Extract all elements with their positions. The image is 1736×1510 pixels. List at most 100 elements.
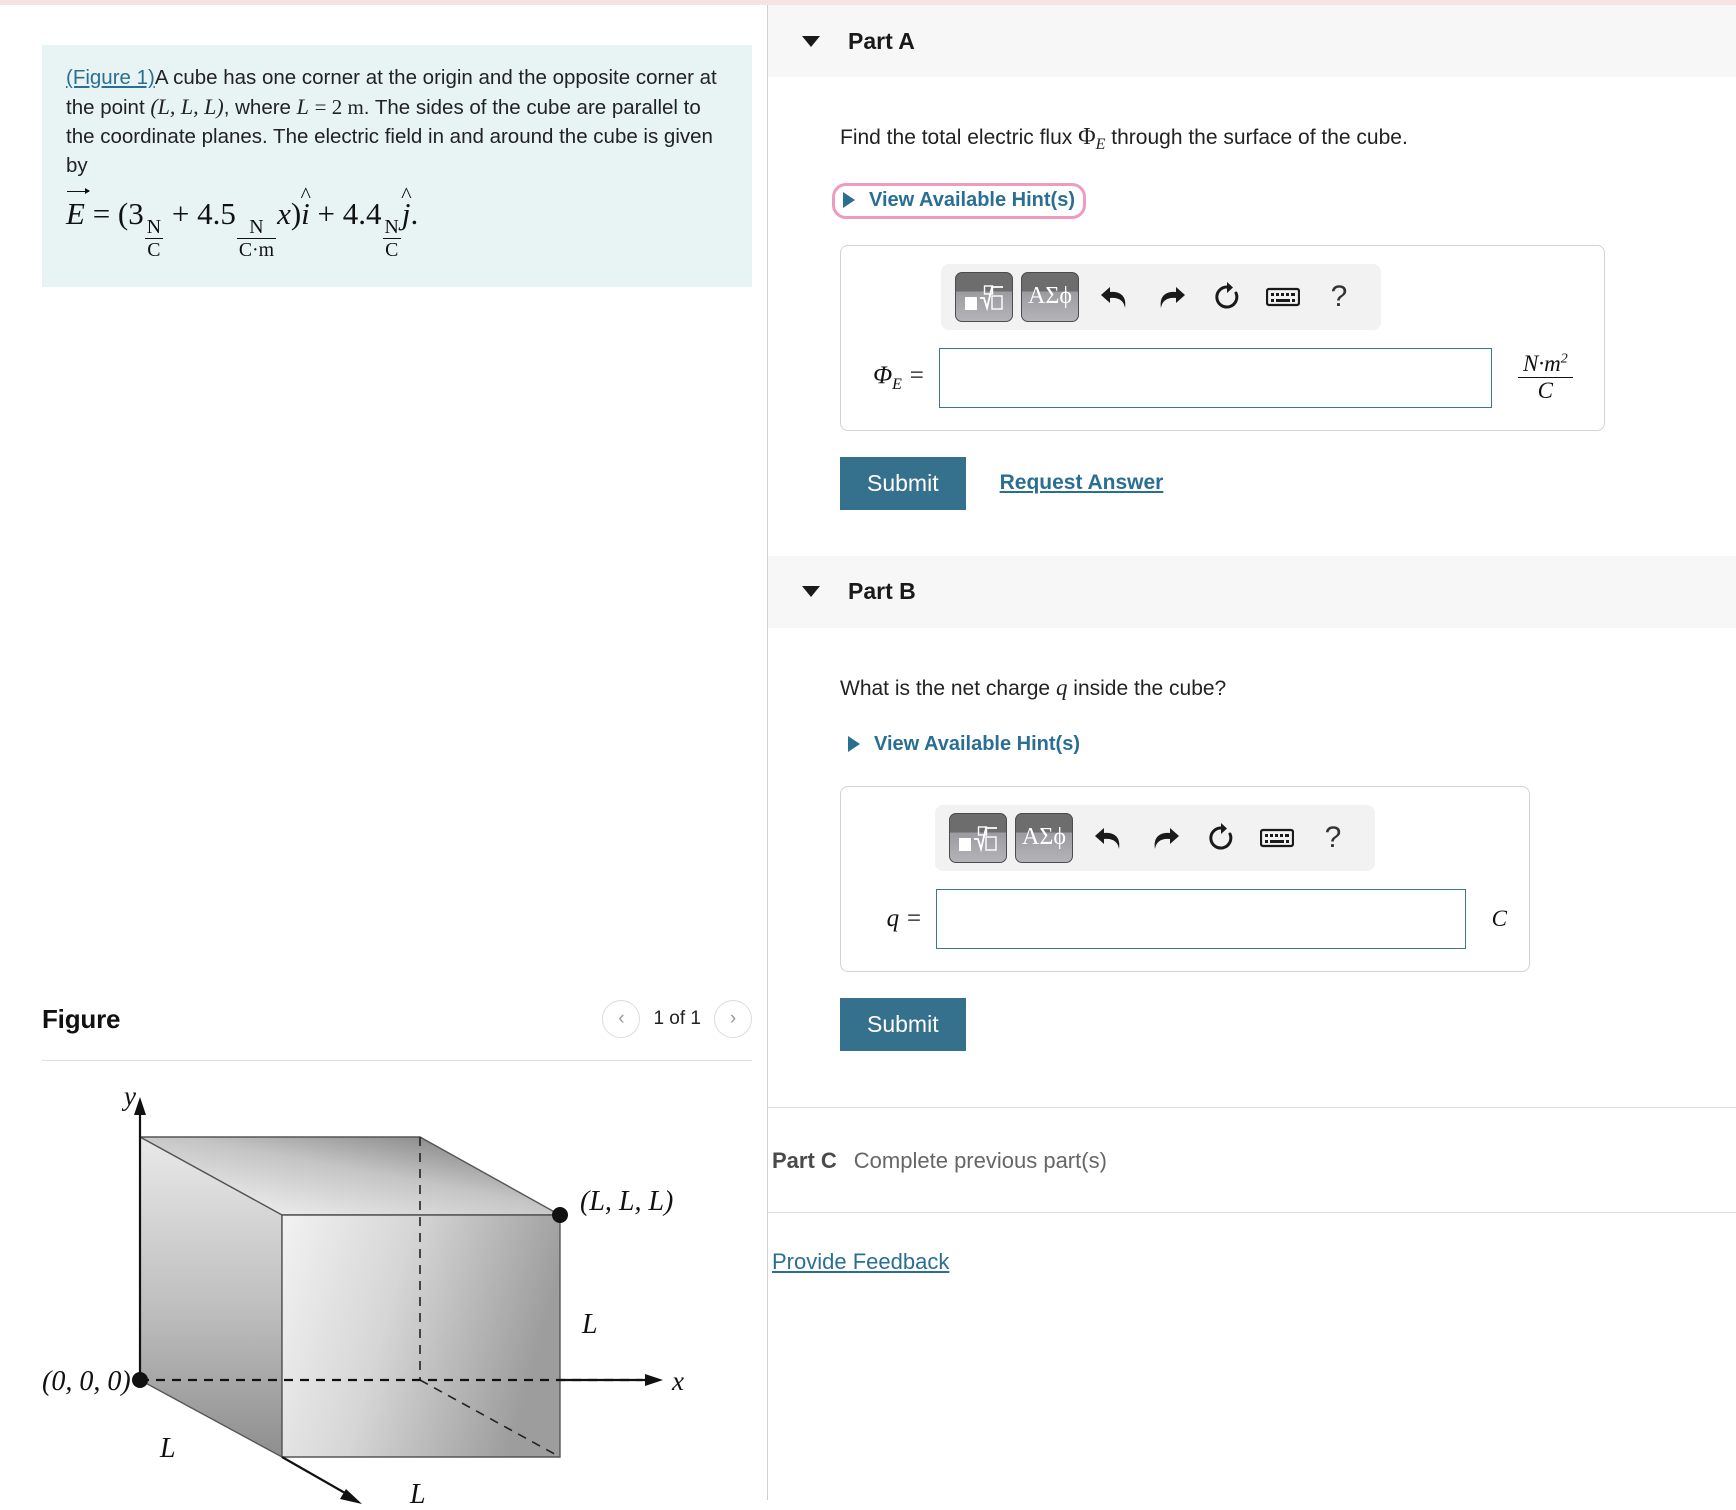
part-b-body: What is the net charge q inside the cube… [768, 672, 1736, 1051]
part-c-status: Complete previous part(s) [853, 1147, 1107, 1173]
part-b-submit-button[interactable]: Submit [840, 997, 966, 1051]
problem-var-L: L [296, 94, 309, 119]
triangle-right-icon [848, 736, 860, 753]
math-template-icon[interactable] [949, 812, 1007, 863]
math-template-icon[interactable] [955, 271, 1013, 322]
part-a-submit-button[interactable]: Submit [840, 456, 966, 510]
eq-plus-1: + [171, 196, 190, 231]
part-b-equation-toolbar: ΑΣϕ ? [935, 804, 1375, 871]
part-b-title: Part B [848, 578, 916, 605]
problem-line-2b: , where [223, 96, 291, 119]
eq-equals: = [92, 196, 111, 231]
figure-divider [42, 1060, 752, 1061]
figure-pager: ‹ 1 of 1 › [602, 1000, 752, 1038]
triangle-right-icon [843, 192, 855, 209]
eq-coeff-1: 3 [128, 196, 144, 231]
figure-1-link[interactable]: (Figure 1) [66, 66, 155, 89]
problem-line-1: A cube has one corner at the origin and … [154, 66, 631, 89]
part-b-hint-row: View Available Hint(s) [840, 730, 1736, 760]
figure-header: Figure ‹ 1 of 1 › [42, 1000, 752, 1038]
part-c-label: Part C [772, 1147, 837, 1173]
right-pane: Part A Find the total electric flux ΦE t… [768, 5, 1736, 1500]
keyboard-icon[interactable] [1249, 814, 1305, 862]
axis-label-y: y [121, 1085, 136, 1111]
electric-field-equation: E = (3 N C + 4.5 N C·m x) ^ i + 4.4 N C ^ j. [66, 182, 728, 262]
eq-unit-3: NC [382, 215, 401, 262]
part-c-section: Part C Complete previous part(s) [768, 1106, 1736, 1174]
part-a-hint-link[interactable]: View Available Hint(s) [832, 182, 1086, 219]
chevron-right-icon[interactable]: › [714, 1000, 752, 1038]
eq-coeff-2: 4.5 [197, 196, 236, 231]
chevron-left-icon[interactable]: ‹ [602, 1000, 641, 1038]
eq-i-hat: ^ i [300, 182, 311, 231]
part-a-button-row: Submit Request Answer [840, 456, 1736, 510]
eq-period: . [410, 196, 419, 231]
eq-j-hat: ^ j [401, 182, 412, 231]
part-b-answer-input[interactable] [936, 888, 1466, 949]
part-a-question: Find the total electric flux ΦE through … [840, 121, 1736, 157]
axis-label-x: x [671, 1366, 684, 1396]
provide-feedback-link[interactable]: Provide Feedback [772, 1249, 949, 1274]
part-b-variable-label: q = [886, 904, 923, 932]
figure-title: Figure [42, 1003, 121, 1034]
part-b-button-row: Submit [840, 997, 1736, 1051]
part-a-header[interactable]: Part A [768, 5, 1736, 77]
reset-circular-arrow-icon[interactable] [1199, 273, 1255, 321]
origin-vertex-dot [132, 1372, 148, 1388]
help-question-icon[interactable]: ? [1311, 273, 1367, 321]
part-b-question-pre: What is the net charge [840, 676, 1056, 700]
part-a-question-pre: Find the total electric flux [840, 126, 1079, 149]
problem-statement-box: (Figure 1)A cube has one corner at the o… [42, 45, 752, 288]
undo-arrow-icon[interactable] [1081, 814, 1137, 862]
part-a-body: Find the total electric flux ΦE through … [768, 121, 1736, 510]
eq-unit-1: NC [144, 215, 164, 262]
undo-arrow-icon[interactable] [1087, 273, 1143, 321]
part-a-hint-row: View Available Hint(s) [832, 182, 1736, 219]
part-a-variable-label: ΦE = [873, 361, 925, 393]
edge-label-depth: L [159, 1433, 176, 1464]
part-a-answer-row: ΦE = N·m2 C [863, 347, 1582, 408]
caret-down-icon[interactable] [802, 35, 820, 47]
help-question-icon[interactable]: ? [1305, 814, 1361, 862]
part-b-unit-label: C [1491, 905, 1507, 931]
part-c-row: Part C Complete previous part(s) [768, 1108, 1736, 1174]
part-a-answer-input[interactable] [939, 347, 1492, 408]
greek-symbols-icon[interactable]: ΑΣϕ [1015, 812, 1073, 863]
part-b-header[interactable]: Part B [768, 555, 1736, 628]
part-b-hint-link[interactable]: View Available Hint(s) [840, 730, 1088, 760]
part-b-answer-card: ΑΣϕ ? q = C [840, 785, 1530, 972]
part-a-request-answer-link[interactable]: Request Answer [1000, 471, 1164, 495]
part-a-equation-toolbar: ΑΣϕ ? [941, 263, 1381, 330]
part-b-question-symbol: q [1055, 674, 1068, 700]
part-a-question-sub: E [1095, 136, 1106, 154]
part-a-hint-label: View Available Hint(s) [869, 188, 1075, 211]
problem-statement-text: (Figure 1)A cube has one corner at the o… [66, 63, 728, 180]
edge-label-right: L [581, 1309, 598, 1340]
problem-point-LLL: (L, L, L) [150, 94, 224, 119]
far-corner-label: (L, L, L) [580, 1186, 673, 1217]
eq-coeff-3: 4.4 [342, 196, 382, 231]
footer-divider [768, 1211, 1736, 1213]
footer-section: Provide Feedback [768, 1211, 1736, 1275]
part-a-answer-card: ΑΣϕ ? ΦE = N·m2 C [840, 244, 1605, 431]
redo-arrow-icon[interactable] [1137, 814, 1193, 862]
cube-diagram-svg: y x (L, L, L) (0, 0, 0) L L L [42, 1081, 684, 1510]
eq-plus-2: + [317, 196, 336, 231]
part-a-question-symbol: Φ [1078, 124, 1096, 150]
reset-circular-arrow-icon[interactable] [1193, 814, 1249, 862]
origin-label: (0, 0, 0) [42, 1366, 131, 1397]
eq-x-variable: x [277, 196, 291, 231]
figure-page-count: 1 of 1 [653, 1008, 701, 1029]
part-b-question: What is the net charge q inside the cube… [840, 672, 1736, 704]
cube-diagram: y x (L, L, L) (0, 0, 0) L L L [42, 1081, 752, 1510]
eq-unit-2: N C·m [236, 215, 277, 262]
caret-down-icon[interactable] [802, 586, 820, 598]
part-a-unit-label: N·m2 C [1518, 351, 1573, 404]
keyboard-icon[interactable] [1255, 273, 1311, 321]
redo-arrow-icon[interactable] [1143, 273, 1199, 321]
eq-open-paren: ( [117, 196, 129, 231]
greek-symbols-icon[interactable]: ΑΣϕ [1021, 271, 1079, 322]
eq-E-vector: E [66, 188, 90, 231]
part-b-hint-label: View Available Hint(s) [874, 732, 1080, 755]
far-corner-vertex-dot [552, 1207, 568, 1223]
